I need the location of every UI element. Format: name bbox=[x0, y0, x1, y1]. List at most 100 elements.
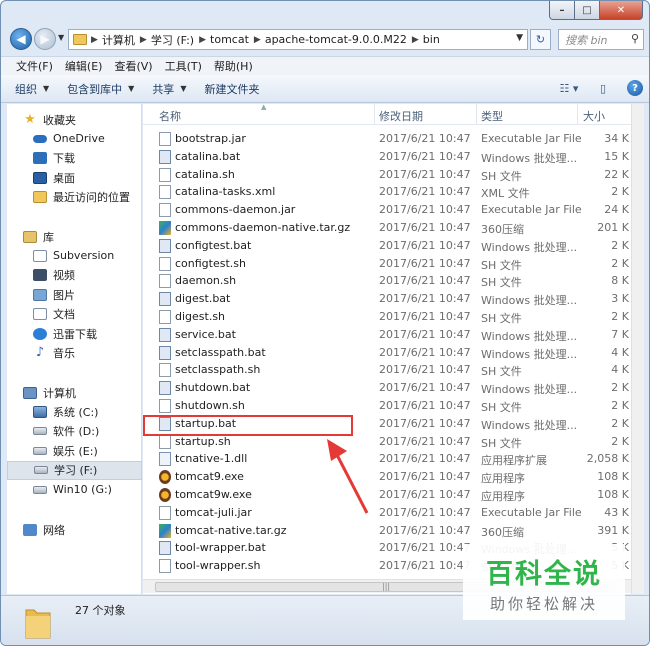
organize-button[interactable]: 组织 ▼ bbox=[15, 81, 49, 97]
vertical-scrollbar[interactable] bbox=[631, 104, 644, 594]
nav-item-subversion[interactable]: Subversion bbox=[7, 246, 142, 266]
back-button[interactable]: ◀ bbox=[10, 28, 32, 50]
help-icon[interactable]: ? bbox=[627, 80, 643, 96]
column-divider[interactable] bbox=[476, 104, 477, 125]
file-row[interactable]: commons-daemon.jar 2017/6/21 10:47 Executa… bbox=[143, 201, 631, 219]
menu-view[interactable]: 查看(V) bbox=[108, 58, 158, 74]
recent-pages-dropdown[interactable]: ▼ bbox=[58, 33, 64, 42]
file-type: 应用程序 bbox=[481, 472, 525, 486]
chevron-right-icon[interactable]: ▶ bbox=[140, 35, 147, 45]
file-date: 2017/6/21 10:47 bbox=[379, 398, 471, 412]
file-row[interactable]: configtest.bat 2017/6/21 10:47 Windows 批处理… bbox=[143, 237, 631, 255]
file-row[interactable]: shutdown.sh 2017/6/21 10:47 SH 文件 2 K bbox=[143, 397, 631, 415]
chevron-right-icon[interactable]: ▶ bbox=[91, 35, 98, 45]
nav-item-thunder[interactable]: 迅雷下载 bbox=[7, 324, 142, 344]
breadcrumb-apache-tomcat[interactable]: apache-tomcat-9.0.0.M22 ▶ bbox=[265, 33, 419, 46]
file-type: SH 文件 bbox=[481, 311, 522, 325]
search-placeholder: 搜索 bin bbox=[565, 33, 608, 47]
file-type: Windows 批处理... bbox=[481, 151, 578, 165]
include-in-library-button[interactable]: 包含到库中 ▼ bbox=[67, 81, 134, 97]
nav-library[interactable]: 库 bbox=[7, 227, 142, 246]
file-row[interactable]: catalina.bat 2017/6/21 10:47 Windows 批处理..… bbox=[143, 148, 631, 166]
nav-item-recent[interactable]: 最近访问的位置 bbox=[7, 188, 142, 208]
nav-favorites[interactable]: ★ 收藏夹 bbox=[7, 110, 142, 129]
file-name: digest.sh bbox=[175, 309, 226, 323]
file-row[interactable]: commons-daemon-native.tar.gz 2017/6/21 10… bbox=[143, 219, 631, 237]
maximize-button[interactable]: □ bbox=[575, 1, 600, 20]
nav-item-videos[interactable]: 视频 bbox=[7, 266, 142, 286]
address-dropdown[interactable]: ▼ bbox=[516, 33, 523, 43]
file-row[interactable]: catalina-tasks.xml 2017/6/21 10:47 XML 文件 2… bbox=[143, 183, 631, 201]
file-row[interactable]: setclasspath.bat 2017/6/21 10:47 Windows 批… bbox=[143, 344, 631, 362]
nav-network[interactable]: 网络 bbox=[7, 520, 142, 539]
nav-computer[interactable]: 计算机 bbox=[7, 383, 142, 402]
chevron-right-icon[interactable]: ▶ bbox=[254, 35, 261, 45]
close-button[interactable]: ✕ bbox=[600, 1, 643, 20]
file-row[interactable]: service.bat 2017/6/21 10:47 Windows 批处理...… bbox=[143, 326, 631, 344]
file-row[interactable]: setclasspath.sh 2017/6/21 10:47 SH 文件 4 K bbox=[143, 361, 631, 379]
column-size[interactable]: 大小 bbox=[583, 108, 605, 124]
menu-file[interactable]: 文件(F) bbox=[10, 58, 59, 74]
exe-icon bbox=[159, 470, 171, 485]
forward-button[interactable]: ▶ bbox=[34, 28, 56, 50]
search-icon[interactable]: ⚲ bbox=[631, 32, 639, 45]
file-row[interactable]: digest.sh 2017/6/21 10:47 SH 文件 2 K bbox=[143, 308, 631, 326]
search-input[interactable]: 搜索 bin ⚲ bbox=[558, 29, 644, 50]
column-name[interactable]: 名称 bbox=[159, 108, 181, 124]
file-row[interactable]: daemon.sh 2017/6/21 10:47 SH 文件 8 K bbox=[143, 272, 631, 290]
nav-item-onedrive[interactable]: OneDrive bbox=[7, 129, 142, 149]
minimize-button[interactable]: – bbox=[549, 1, 575, 20]
caret-down-icon: ▼ bbox=[180, 84, 187, 93]
explorer-window: – □ ✕ ◀ ▶ ▼ ▶ 计算机 ▶ 学习 (F:) ▶ tomcat ▶ apac… bbox=[0, 0, 650, 646]
file-size: 2,058 K bbox=[586, 452, 629, 466]
menu-edit[interactable]: 编辑(E) bbox=[59, 58, 109, 74]
address-bar[interactable]: ▶ 计算机 ▶ 学习 (F:) ▶ tomcat ▶ apache-tomcat-9.… bbox=[68, 29, 528, 50]
breadcrumb-computer[interactable]: 计算机 ▶ bbox=[102, 32, 147, 48]
nav-item-drive-g[interactable]: Win10 (G:) bbox=[7, 480, 142, 500]
bat-icon bbox=[159, 149, 171, 164]
file-row[interactable]: digest.bat 2017/6/21 10:47 Windows 批处理... 3… bbox=[143, 290, 631, 308]
file-type: 应用程序 bbox=[481, 489, 525, 503]
preview-pane-button[interactable]: ▯ bbox=[593, 79, 613, 97]
file-size: 2 K bbox=[611, 309, 629, 323]
nav-item-documents[interactable]: 文档 bbox=[7, 305, 142, 325]
nav-item-desktop[interactable]: 桌面 bbox=[7, 168, 142, 188]
bat-icon bbox=[159, 541, 171, 556]
nav-item-drive-e[interactable]: 娱乐 (E:) bbox=[7, 441, 142, 461]
share-button[interactable]: 共享 ▼ bbox=[152, 81, 186, 97]
file-row[interactable]: tomcat9.exe 2017/6/21 10:47 应用程序 108 K bbox=[143, 468, 631, 486]
file-row[interactable]: shutdown.bat 2017/6/21 10:47 Windows 批处理..… bbox=[143, 379, 631, 397]
file-row[interactable]: tomcat9w.exe 2017/6/21 10:47 应用程序 108 K bbox=[143, 486, 631, 504]
menu-help[interactable]: 帮助(H) bbox=[208, 58, 259, 74]
column-type[interactable]: 类型 bbox=[481, 108, 503, 124]
star-icon: ★ bbox=[24, 111, 36, 127]
view-options-button[interactable]: ☷ ▾ bbox=[559, 79, 579, 97]
nav-item-pictures[interactable]: 图片 bbox=[7, 285, 142, 305]
refresh-button[interactable]: ↻ bbox=[530, 29, 551, 50]
new-folder-button[interactable]: 新建文件夹 bbox=[204, 81, 259, 97]
nav-item-music[interactable]: ♪ 音乐 bbox=[7, 344, 142, 364]
file-row[interactable]: catalina.sh 2017/6/21 10:47 SH 文件 22 K bbox=[143, 166, 631, 184]
nav-item-drive-d[interactable]: 软件 (D:) bbox=[7, 422, 142, 442]
column-divider[interactable] bbox=[374, 104, 375, 125]
file-row[interactable]: tomcat-juli.jar 2017/6/21 10:47 Executable… bbox=[143, 504, 631, 522]
file-name: catalina.bat bbox=[175, 149, 241, 163]
file-type: SH 文件 bbox=[481, 169, 522, 183]
file-row[interactable]: tcnative-1.dll 2017/6/21 10:47 应用程序扩展 2,058… bbox=[143, 450, 631, 468]
file-row[interactable]: configtest.sh 2017/6/21 10:47 SH 文件 2 K bbox=[143, 255, 631, 273]
column-divider[interactable] bbox=[577, 104, 578, 125]
nav-item-drive-f[interactable]: 学习 (F:) bbox=[7, 460, 142, 480]
file-name: tomcat9.exe bbox=[175, 470, 244, 484]
chevron-right-icon[interactable]: ▶ bbox=[412, 35, 419, 45]
breadcrumb-drive[interactable]: 学习 (F:) ▶ bbox=[151, 32, 206, 48]
file-row[interactable]: tomcat-native.tar.gz 2017/6/21 10:47 360压缩… bbox=[143, 522, 631, 540]
chevron-right-icon[interactable]: ▶ bbox=[199, 35, 206, 45]
breadcrumb-tomcat[interactable]: tomcat ▶ bbox=[210, 33, 261, 46]
video-icon bbox=[33, 269, 47, 282]
file-row[interactable]: bootstrap.jar 2017/6/21 10:47 Executable J… bbox=[143, 130, 631, 148]
breadcrumb-bin[interactable]: bin bbox=[423, 33, 440, 46]
nav-item-downloads[interactable]: 下载 bbox=[7, 149, 142, 169]
nav-item-drive-c[interactable]: 系统 (C:) bbox=[7, 402, 142, 422]
menu-tools[interactable]: 工具(T) bbox=[159, 58, 208, 74]
column-date[interactable]: 修改日期 bbox=[379, 108, 423, 124]
